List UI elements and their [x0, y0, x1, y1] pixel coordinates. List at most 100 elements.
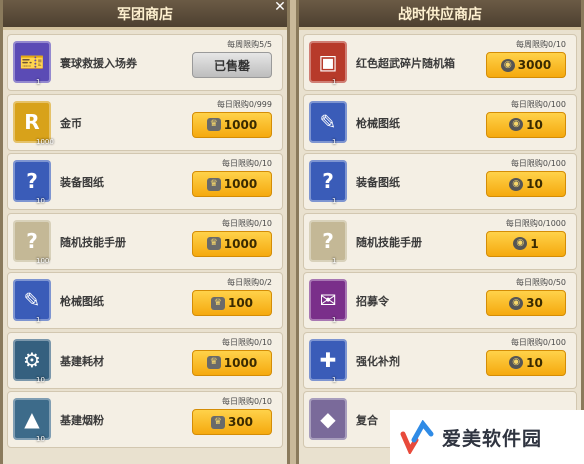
buy-button[interactable]: ♛ 1000 [192, 230, 272, 257]
supply-token-icon: ◉ [509, 296, 524, 310]
shop-item-row[interactable]: ✉ 1 招募令 每日限购0/50 ◉ 30 [303, 272, 577, 329]
alliance-coin-icon: ♛ [206, 118, 221, 131]
buy-button[interactable]: ◉ 10 [486, 349, 566, 376]
buy-button[interactable]: ♛ 300 [192, 409, 272, 435]
alliance-coin-icon: ♛ [210, 415, 225, 429]
enhancement-syringe-icon: ✚ [309, 338, 347, 381]
price-label: 1000 [223, 117, 258, 132]
item-quantity: 100 [36, 256, 50, 265]
item-quantity: 1 [332, 256, 337, 265]
buy-button[interactable]: ♛ 100 [192, 290, 272, 316]
purchase-limit: 每日限购0/999 [216, 99, 272, 109]
purchase-limit: 每日限购0/100 [510, 337, 566, 347]
purchase-limit: 每日限购0/1000 [505, 218, 566, 228]
purchase-limit: 每日限购0/100 [510, 99, 566, 109]
price-label: 10 [526, 117, 543, 132]
shop-item-row[interactable]: ⚙ 10 基建耗材 每日限购0/10 ♛ 1000 [7, 331, 283, 389]
item-name: 随机技能手册 [356, 235, 422, 249]
item-name: 枪械图纸 [60, 295, 104, 308]
item-name: 基建耗材 [60, 354, 104, 368]
equipment-blueprint-icon: ? [309, 160, 347, 202]
item-name: 装备图纸 [356, 176, 400, 189]
ticket-icon: 🎫 [13, 41, 51, 83]
item-quantity: 1 [332, 78, 337, 86]
alliance-coin-icon: ♛ [206, 177, 221, 191]
shop-item-row[interactable]: ? 1 装备图纸 每日限购0/100 ◉ 10 [303, 153, 577, 210]
item-quantity: 10 [36, 375, 45, 384]
price-label: 300 [227, 415, 254, 429]
item-name: 随机技能手册 [60, 235, 126, 249]
item-name: 寰球救援入场券 [60, 57, 137, 70]
weapon-blueprint-icon: ✎ [13, 279, 51, 321]
purchase-limit: 每日限购0/50 [516, 278, 566, 287]
item-name: 枪械图纸 [356, 116, 400, 130]
supply-token-icon: ◉ [509, 356, 524, 369]
buy-button[interactable]: ◉ 10 [486, 171, 566, 197]
sold-out-button[interactable]: 已售罄 [192, 52, 272, 78]
purchase-limit: 每周限购0/10 [516, 40, 566, 49]
watermark: 爱美软件园 [390, 410, 584, 464]
shop-item-row[interactable]: ▣ 1 红色超武碎片随机箱 每周限购0/10 ◉ 3000 [303, 34, 577, 91]
buy-button[interactable]: ♛ 1000 [192, 171, 272, 197]
panel-title: 战时供应商店 [299, 0, 581, 30]
purchase-limit: 每日限购0/10 [222, 218, 272, 228]
buy-button[interactable]: ◉ 30 [486, 290, 566, 316]
item-name: 红色超武碎片随机箱 [356, 57, 455, 70]
purchase-limit: 每日限购0/10 [222, 159, 272, 168]
item-name: 招募令 [356, 295, 389, 308]
close-icon[interactable]: ✕ [271, 0, 287, 16]
shop-item-row[interactable]: ▲ 10 基建烟粉 每日限购0/10 ♛ 300 [7, 391, 283, 448]
composite-item-icon: ◆ [309, 398, 347, 440]
price-label: 100 [227, 296, 254, 310]
buy-button[interactable]: ◉ 3000 [486, 52, 566, 78]
item-quantity: 1 [36, 78, 41, 86]
item-name: 装备图纸 [60, 176, 104, 189]
price-label: 3000 [517, 58, 552, 72]
watermark-text: 爱美软件园 [442, 427, 543, 450]
shop-item-row[interactable]: R 1000 金币 每日限购0/999 ♛ 1000 [7, 93, 283, 151]
shop-item-row[interactable]: 🎫 1 寰球救援入场券 每周限购5/5 已售罄 [7, 34, 283, 91]
buy-button[interactable]: ◉ 1 [486, 230, 566, 257]
price-label: 30 [526, 296, 543, 310]
panel-title: 军团商店 [3, 0, 287, 30]
buy-button[interactable]: ◉ 10 [486, 111, 566, 138]
construction-material-icon: ⚙ [13, 338, 51, 381]
item-name: 金币 [60, 116, 82, 130]
shop-item-row[interactable]: ? 10 装备图纸 每日限购0/10 ♛ 1000 [7, 153, 283, 210]
item-quantity: 10 [36, 435, 45, 443]
gold-coin-icon: R [13, 100, 51, 143]
watermark-logo-icon [400, 419, 434, 456]
item-quantity: 10 [36, 197, 45, 205]
item-quantity: 1000 [36, 137, 54, 146]
price-label: 已售罄 [213, 58, 250, 73]
shop-item-row[interactable]: ? 1 随机技能手册 每日限购0/1000 ◉ 1 [303, 212, 577, 270]
price-label: 1000 [223, 355, 258, 370]
price-label: 10 [526, 355, 543, 370]
buy-button[interactable]: ♛ 1000 [192, 111, 272, 138]
shop-item-row[interactable]: ✚ 1 强化补剂 每日限购0/100 ◉ 10 [303, 331, 577, 389]
shop-item-row[interactable]: ✎ 1 枪械图纸 每日限购0/100 ◉ 10 [303, 93, 577, 151]
price-label: 1000 [223, 236, 258, 251]
purchase-limit: 每日限购0/100 [510, 159, 566, 168]
supply-token-icon: ◉ [509, 118, 524, 131]
item-quantity: 1 [332, 375, 337, 384]
item-list: 🎫 1 寰球救援入场券 每周限购5/5 已售罄 R 1000 金币 每日限购0/999 ♛ 1000… [7, 34, 283, 451]
weapon-blueprint-icon: ✎ [309, 100, 347, 143]
buy-button[interactable]: ♛ 1000 [192, 349, 272, 376]
red-crate-icon: ▣ [309, 41, 347, 83]
item-name: 复合 [356, 414, 378, 427]
shop-item-row[interactable]: ✎ 1 枪械图纸 每日限购0/2 ♛ 100 [7, 272, 283, 329]
item-quantity: 1 [332, 197, 337, 205]
price-label: 1 [530, 236, 539, 251]
alliance-coin-icon: ♛ [206, 237, 221, 250]
purchase-limit: 每日限购0/10 [222, 337, 272, 347]
construction-powder-icon: ▲ [13, 398, 51, 440]
price-label: 1000 [223, 177, 258, 191]
supply-token-icon: ◉ [513, 237, 528, 250]
item-name: 强化补剂 [356, 354, 400, 368]
item-quantity: 1 [332, 316, 337, 324]
shop-item-row[interactable]: ? 100 随机技能手册 每日限购0/10 ♛ 1000 [7, 212, 283, 270]
supply-token-icon: ◉ [509, 177, 524, 191]
item-quantity: 1 [332, 137, 337, 146]
equipment-blueprint-icon: ? [13, 160, 51, 202]
